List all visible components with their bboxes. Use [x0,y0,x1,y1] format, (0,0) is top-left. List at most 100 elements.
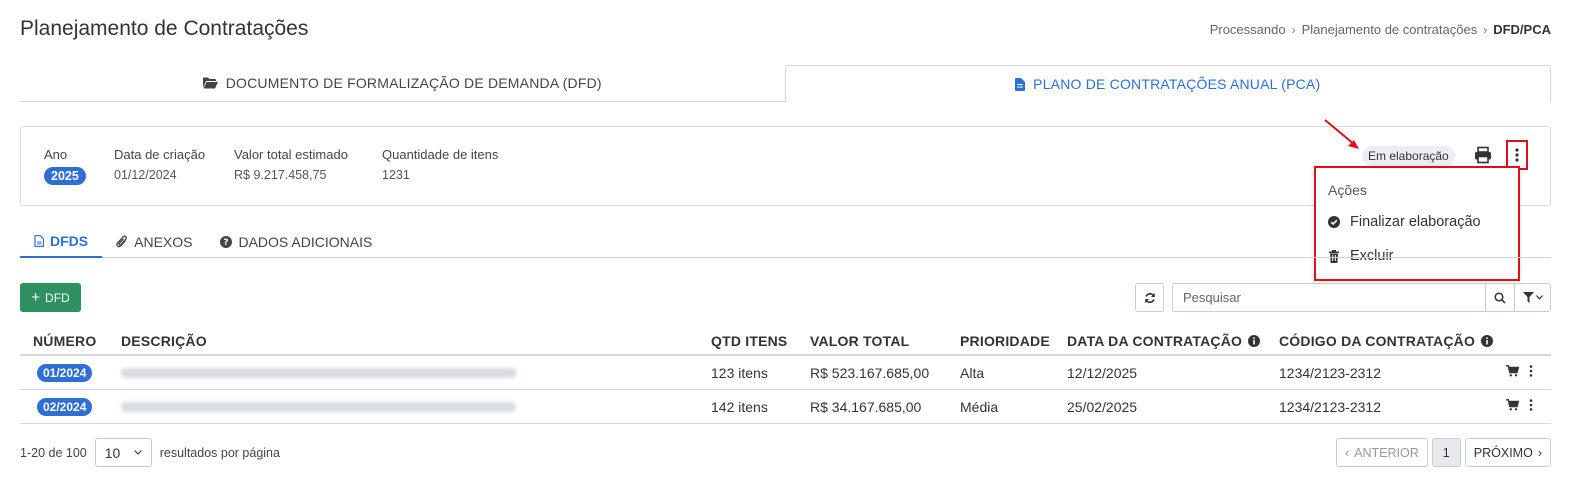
table-row[interactable]: 02/2024 142 itens R$ 34.167.685,00 Média… [20,390,1551,424]
row-data: 25/02/2025 [1067,399,1138,415]
year-field: Ano 2025 [44,147,86,185]
more-vertical-icon[interactable] [1529,365,1533,377]
col-data-contratacao: DATA DA CONTRATAÇÃO [1067,333,1261,349]
year-badge: 2025 [44,167,86,185]
page-title: Planejamento de Contratações [20,17,309,40]
search-icon [1494,291,1506,304]
year-label: Ano [44,147,68,162]
top-tabs: DOCUMENTO DE FORMALIZAÇÃO DE DEMANDA (DF… [20,65,1551,102]
row-description-redacted [121,368,516,378]
col-valor-total: VALOR TOTAL [810,333,910,349]
created-value: 01/12/2024 [114,168,177,182]
info-icon[interactable] [1481,335,1494,347]
results-range: 1-20 de 100 [20,445,87,460]
col-descricao: DESCRIÇÃO [121,333,207,349]
dfd-table: NÚMERO DESCRIÇÃO QTD ITENS VALOR TOTAL P… [20,326,1551,424]
created-field: Data de criação 01/12/2024 [114,147,205,182]
subtab-dados-label: DADOS ADICIONAIS [238,233,373,250]
col-prioridade: PRIORIDADE [960,333,1050,349]
breadcrumb-item-processando[interactable]: Processando [1210,22,1286,37]
col-codigo-contratacao: CÓDIGO DA CONTRATAÇÃO [1279,333,1494,349]
row-prioridade: Alta [960,365,985,381]
total-value: R$ 9.217.458,75 [234,168,327,182]
paperclip-icon [116,235,128,248]
actions-dropdown: Ações Finalizar elaboração Excluir [1314,166,1520,281]
info-icon[interactable] [1248,335,1261,347]
chevron-down-icon [133,450,142,455]
subtab-anexos-label: ANEXOS [134,233,193,250]
refresh-button[interactable] [1135,283,1164,312]
created-label: Data de criação [114,147,206,162]
subtab-dfds-label: DFDS [50,232,89,249]
subtab-dfds[interactable]: DFDS [20,225,103,258]
subtab-anexos[interactable]: ANEXOS [102,225,206,258]
row-data: 12/12/2025 [1067,365,1138,381]
row-actions [1506,365,1533,377]
more-vertical-icon [1515,148,1519,162]
breadcrumb-item-planejamento[interactable]: Planejamento de contratações [1302,22,1478,37]
add-dfd-label: DFD [45,290,70,305]
file-icon [34,234,44,247]
refresh-icon [1144,292,1155,303]
file-icon [1015,77,1026,91]
total-field: Valor total estimado R$ 9.217.458,75 [234,147,348,182]
search-button[interactable] [1485,284,1514,311]
next-page-button[interactable]: PRÓXIMO › [1464,438,1551,467]
more-vertical-icon[interactable] [1529,399,1533,411]
next-page-label: PRÓXIMO [1473,445,1533,460]
svg-text:?: ? [224,238,229,248]
sub-tabs: DFDS ANEXOS ? DADOS ADICIONAIS [20,225,1551,258]
prev-page-button[interactable]: ‹ ANTERIOR [1336,438,1428,467]
pagination: ‹ ANTERIOR 1 PRÓXIMO › [1336,438,1551,467]
breadcrumb: Processando › Planejamento de contrataçõ… [1210,22,1551,37]
pagination-info: 1-20 de 100 10 resultados por página [20,438,280,467]
page-button-current[interactable]: 1 [1431,438,1461,467]
chevron-right-icon: › [1537,445,1542,460]
filter-icon [1522,292,1534,303]
tab-pca-label: PLANO DE CONTRATAÇÕES ANUAL (PCA) [1033,76,1321,92]
prev-page-label: ANTERIOR [1354,445,1419,460]
status-badge: Em elaboração [1362,146,1455,166]
tab-pca[interactable]: PLANO DE CONTRATAÇÕES ANUAL (PCA) [784,65,1551,102]
row-qtd: 142 itens [711,399,768,415]
row-valor: R$ 523.167.685,00 [810,365,930,381]
col-codigo-contratacao-label: CÓDIGO DA CONTRATAÇÃO [1279,333,1476,349]
per-page-label: resultados por página [159,445,280,460]
row-qtd: 123 itens [711,365,768,381]
annotation-arrow-icon [1324,119,1359,149]
table-row[interactable]: 01/2024 123 itens R$ 523.167.685,00 Alta… [20,356,1551,390]
per-page-value: 10 [104,444,121,461]
print-icon [1475,146,1491,164]
row-number-badge[interactable]: 02/2024 [37,398,93,416]
search-input[interactable] [1173,284,1485,311]
per-page-select[interactable]: 10 [94,438,152,467]
row-actions [1506,399,1533,411]
chevron-left-icon: ‹ [1345,445,1350,460]
row-prioridade: Média [960,399,999,415]
add-dfd-button[interactable]: + DFD [20,283,81,312]
breadcrumb-item-current: DFD/PCA [1493,22,1551,37]
plus-icon: + [31,289,41,306]
actions-menu-header: Ações [1328,182,1367,198]
question-circle-icon: ? [220,235,233,248]
filter-button[interactable] [1514,284,1550,311]
tab-dfd[interactable]: DOCUMENTO DE FORMALIZAÇÃO DE DEMANDA (DF… [20,65,785,102]
total-label: Valor total estimado [234,147,348,162]
chevron-right-icon: › [1483,22,1488,37]
print-button[interactable] [1474,146,1492,164]
col-qtd-itens: QTD ITENS [711,333,788,349]
cart-icon[interactable] [1506,399,1519,411]
col-data-contratacao-label: DATA DA CONTRATAÇÃO [1067,333,1243,349]
row-number-badge[interactable]: 01/2024 [37,364,93,382]
col-numero: NÚMERO [33,333,97,349]
subtab-dados-adicionais[interactable]: ? DADOS ADICIONAIS [206,225,386,258]
tab-dfd-label: DOCUMENTO DE FORMALIZAÇÃO DE DEMANDA (DF… [225,75,602,91]
qty-field: Quantidade de itens 1231 [382,147,498,182]
row-codigo: 1234/2123-2312 [1279,365,1381,381]
chevron-down-icon [1535,295,1543,300]
search-box [1172,283,1551,312]
row-description-redacted [121,402,516,412]
chevron-right-icon: › [1291,22,1296,37]
folder-open-icon [202,77,218,89]
cart-icon[interactable] [1506,365,1519,377]
